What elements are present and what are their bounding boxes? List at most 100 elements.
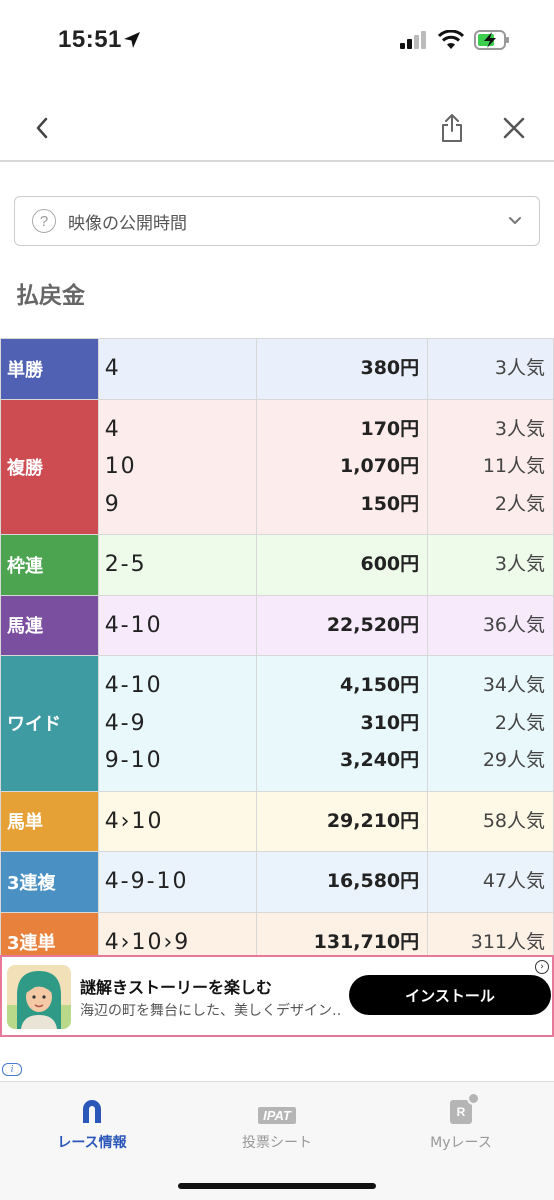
payout-row: 3連複 4-9-10 16,580円 47人気 (0, 851, 554, 913)
payout-amount: 3,240円 (340, 749, 420, 771)
bet-type-label: 単勝 (0, 338, 99, 400)
payout-row: 馬単 4›10 29,210円 58人気 (0, 790, 554, 852)
bet-type-label: ワイド (0, 655, 99, 792)
bet-type-label: 複勝 (0, 398, 99, 535)
payout-row: 複勝 4 10 9 170円 1,070円 150円 3人気 11人気 2人気 (0, 398, 554, 535)
combo-number: 4-10 (104, 673, 163, 698)
payout-amount-cell: 16,580円 (256, 851, 429, 913)
close-button[interactable] (494, 108, 534, 148)
chevron-left-icon (36, 117, 48, 139)
popularity-rank: 3人気 (494, 553, 545, 575)
status-time: 15:51 (58, 26, 122, 53)
ipat-icon: IPAT (185, 1094, 369, 1124)
combo-number: 9 (104, 491, 121, 517)
combo-number-cell: 4-10 4-9 9-10 (97, 655, 258, 792)
payout-amount: 380円 (360, 357, 420, 379)
popularity-rank: 36人気 (482, 613, 545, 636)
ad-app-icon (7, 965, 71, 1029)
payout-amount: 22,520円 (326, 613, 420, 636)
tab-label: 投票シート (242, 1135, 312, 1151)
wifi-icon (438, 30, 464, 49)
popularity-rank: 47人気 (482, 870, 545, 892)
cellular-signal-icon (400, 31, 426, 49)
bet-type-label: 馬連 (0, 594, 99, 656)
video-time-label: 映像の公開時間 (68, 213, 187, 234)
popularity-rank-cell: 3人気 (427, 338, 554, 400)
combo-number: 4-9 (104, 710, 147, 736)
ad-choices-icon[interactable]: › (535, 960, 549, 974)
combo-number-cell: 4-10 (97, 594, 258, 656)
combo-number: 2-5 (104, 552, 147, 577)
ad-description: 海辺の町を舞台にした、美しくデザイン… (80, 1003, 342, 1019)
home-indicator (178, 1183, 376, 1189)
popularity-rank: 3人気 (494, 417, 545, 440)
video-time-dropdown[interactable]: ? 映像の公開時間 (14, 196, 540, 246)
help-icon: ? (32, 209, 56, 233)
payout-amount: 310円 (360, 711, 420, 734)
popularity-rank: 34人気 (482, 674, 545, 696)
share-icon (442, 114, 462, 142)
popularity-rank: 29人気 (482, 749, 545, 771)
close-icon (503, 117, 525, 139)
tab-ipat-sheet[interactable]: IPAT 投票シート (185, 1094, 369, 1152)
payout-amount: 4,150円 (340, 674, 420, 696)
popularity-rank-cell: 36人気 (427, 594, 554, 656)
payout-amount: 600円 (360, 553, 420, 575)
payout-amount-cell: 4,150円 310円 3,240円 (256, 655, 429, 792)
payout-amount-cell: 600円 (256, 534, 429, 596)
popularity-rank-cell: 3人気 11人気 2人気 (427, 398, 554, 535)
my-race-icon: R (369, 1092, 553, 1124)
combo-number: 4-9-10 (104, 869, 189, 894)
tab-label: Myレース (430, 1135, 492, 1151)
payout-row: 単勝 4 380円 3人気 (0, 338, 554, 400)
payout-amount: 1,070円 (340, 455, 420, 477)
bet-type-label: 枠連 (0, 534, 99, 596)
payout-amount: 29,210円 (326, 809, 420, 832)
popularity-rank-cell: 34人気 2人気 29人気 (427, 655, 554, 792)
combo-number-cell: 2-5 (97, 534, 258, 596)
battery-charging-icon (474, 30, 509, 50)
payout-amount-cell: 22,520円 (256, 594, 429, 656)
combo-number: 10 (104, 454, 137, 479)
popularity-rank: 58人気 (482, 809, 545, 832)
chevron-down-icon (509, 217, 521, 224)
ad-banner[interactable]: 謎解きストーリーを楽しむ 海辺の町を舞台にした、美しくデザイン… インストール … (0, 955, 554, 1037)
combo-number-cell: 4 (97, 338, 258, 400)
payout-amount-cell: 29,210円 (256, 790, 429, 852)
payout-amount: 170円 (360, 417, 420, 440)
bet-type-label: 馬単 (0, 790, 99, 852)
back-button[interactable] (22, 108, 62, 148)
payout-row: 馬連 4-10 22,520円 36人気 (0, 594, 554, 656)
popularity-rank: 3人気 (494, 357, 545, 379)
payout-amount-cell: 170円 1,070円 150円 (256, 398, 429, 535)
nav-bar (0, 96, 554, 162)
payout-row: 枠連 2-5 600円 3人気 (0, 534, 554, 596)
popularity-rank: 2人気 (494, 711, 545, 734)
tab-my-race[interactable]: R Myレース (369, 1092, 553, 1152)
ad-info-icon[interactable]: i (2, 1063, 22, 1076)
combo-number: 4 (104, 416, 121, 442)
payout-row: ワイド 4-10 4-9 9-10 4,150円 310円 3,240円 34人気 2人気 29人… (0, 655, 554, 792)
combo-number: 4›10 (104, 808, 164, 834)
payout-amount: 150円 (360, 492, 420, 515)
popularity-rank: 2人気 (494, 492, 545, 515)
popularity-rank: 11人気 (482, 455, 545, 477)
combo-number-cell: 4›10 (97, 790, 258, 852)
tab-label: レース情報 (57, 1135, 127, 1151)
popularity-rank-cell: 3人気 (427, 534, 554, 596)
section-title: 払戻金 (16, 283, 85, 309)
combo-number: 4 (104, 356, 121, 381)
install-button[interactable]: インストール (349, 975, 551, 1015)
combo-number-cell: 4-9-10 (97, 851, 258, 913)
horseshoe-icon (0, 1094, 184, 1124)
combo-number: 4-10 (104, 612, 163, 638)
payout-table: 単勝 4 380円 3人気 複勝 4 10 9 170円 1,070円 150円 3人気 11人気 2人気… (0, 338, 554, 973)
combo-number: 9-10 (104, 748, 163, 773)
payout-amount-cell: 380円 (256, 338, 429, 400)
share-button[interactable] (432, 108, 472, 148)
combo-number-cell: 4 10 9 (97, 398, 258, 535)
location-arrow-icon (124, 32, 140, 48)
tab-race-info[interactable]: レース情報 (0, 1094, 184, 1152)
status-bar: 15:51 (0, 0, 554, 80)
bet-type-label: 3連複 (0, 851, 99, 913)
